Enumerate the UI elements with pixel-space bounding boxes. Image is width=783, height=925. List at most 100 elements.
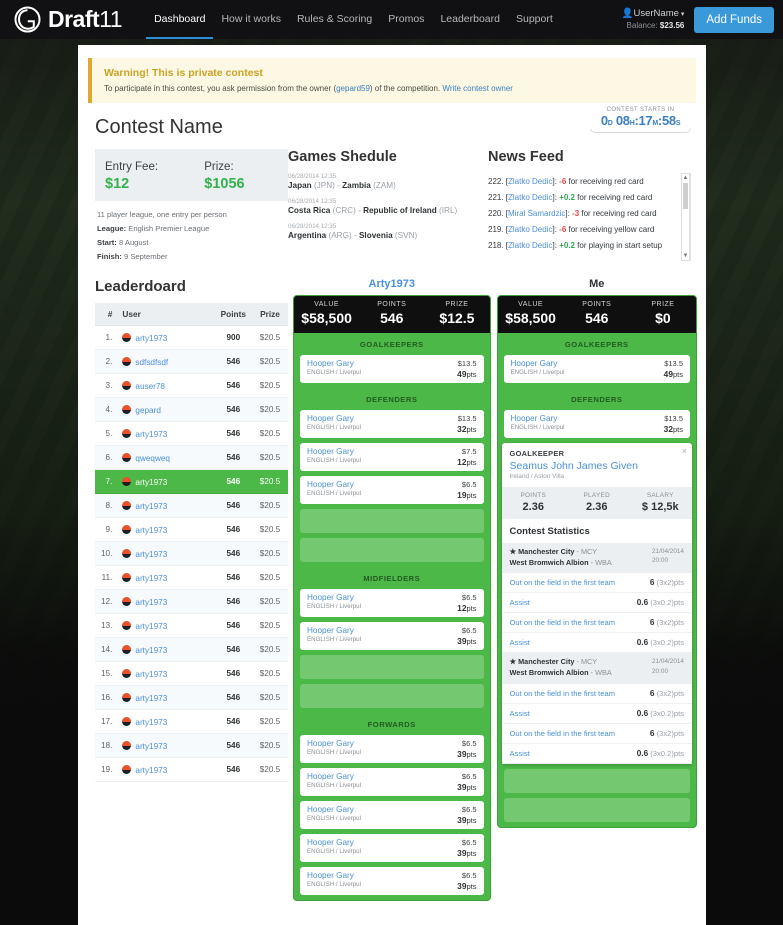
player-slot[interactable]: Hooper Gary ENGLISH / Liverpul $6.5 39pts [300, 768, 484, 797]
table-row[interactable]: 5. arty1973 546 $20.5 [95, 421, 288, 447]
table-row[interactable]: 11. arty1973 546 $20.5 [95, 565, 288, 591]
table-row[interactable]: 3. auser78 546 $20.5 [95, 373, 288, 399]
user-link[interactable]: arty1973 [135, 550, 167, 559]
scroll-down-icon[interactable]: ▼ [682, 252, 689, 260]
table-row[interactable]: 9. arty1973 546 $20.5 [95, 517, 288, 543]
empty-player-slot[interactable] [300, 538, 484, 563]
nav-item-dashboard[interactable]: Dashboard [146, 0, 214, 39]
player-slot[interactable]: Hooper Gary ENGLISH / Liverpul $7.5 12pts [300, 443, 484, 472]
table-row[interactable]: 15. arty1973 546 $20.5 [95, 661, 288, 687]
player-slot[interactable]: Hooper Gary ENGLISH / Liverpul $13.5 49pts [503, 355, 690, 384]
empty-player-slot[interactable] [300, 509, 484, 534]
event-label[interactable]: Out on the field in the first team [510, 689, 616, 698]
player-name[interactable]: Hooper Gary [307, 593, 361, 602]
player-slot[interactable]: Hooper Gary ENGLISH / Liverpul $6.5 39pts [300, 622, 484, 651]
write-contest-owner-link[interactable]: Write contest owner [442, 84, 513, 93]
player-name[interactable]: Hooper Gary [307, 414, 361, 423]
table-row[interactable]: 14. arty1973 546 $20.5 [95, 637, 288, 663]
player-slot[interactable]: Hooper Gary ENGLISH / Liverpul $6.5 39pts [300, 834, 484, 863]
user-link[interactable]: arty1973 [135, 694, 167, 703]
news-player-link[interactable]: Zlatko Dedic [508, 225, 552, 234]
nav-item-how-it-works[interactable]: How it works [213, 0, 289, 39]
user-link[interactable]: gepard [135, 406, 161, 415]
empty-player-slot[interactable] [503, 768, 690, 793]
table-row[interactable]: 19. arty1973 546 $20.5 [95, 757, 288, 783]
user-link[interactable]: qweqweq [135, 454, 170, 463]
news-player-link[interactable]: Miral Samardzic [508, 209, 565, 218]
user-link[interactable]: arty1973 [135, 598, 167, 607]
empty-player-slot[interactable] [503, 797, 690, 822]
player-slot[interactable]: Hooper Gary ENGLISH / Liverpul $13.5 32pts [503, 410, 690, 439]
scroll-up-icon[interactable]: ▲ [682, 174, 689, 182]
user-link[interactable]: arty1973 [135, 742, 167, 751]
popup-player-name[interactable]: Seamus John James Given [510, 460, 684, 472]
table-row[interactable]: 10. arty1973 546 $20.5 [95, 541, 288, 567]
player-slot[interactable]: Hooper Gary ENGLISH / Liverpul $6.5 39pts [300, 801, 484, 830]
user-link[interactable]: arty1973 [135, 670, 167, 679]
table-row[interactable]: 2. sdfsdfsdf 546 $20.5 [95, 349, 288, 375]
player-name[interactable]: Hooper Gary [307, 626, 361, 635]
empty-player-slot[interactable] [300, 684, 484, 709]
player-name[interactable]: Hooper Gary [307, 871, 361, 880]
close-icon[interactable]: × [682, 446, 687, 456]
table-row[interactable]: 13. arty1973 546 $20.5 [95, 613, 288, 639]
table-row[interactable]: 18. arty1973 546 $20.5 [95, 733, 288, 759]
event-label[interactable]: Assist [510, 749, 530, 758]
scrollbar-thumb[interactable] [683, 183, 688, 209]
table-row[interactable]: 6. qweqweq 546 $20.5 [95, 445, 288, 471]
player-name[interactable]: Hooper Gary [307, 359, 361, 368]
player-name[interactable]: Hooper Gary [307, 447, 361, 456]
player-slot[interactable]: Hooper Gary ENGLISH / Liverpul $6.5 39pts [300, 867, 484, 896]
user-link[interactable]: arty1973 [135, 574, 167, 583]
player-name[interactable]: Hooper Gary [307, 805, 361, 814]
user-link[interactable]: arty1973 [135, 430, 167, 439]
event-label[interactable]: Assist [510, 638, 530, 647]
user-link[interactable]: arty1973 [135, 502, 167, 511]
news-player-link[interactable]: Zlatko Dedic [508, 241, 552, 250]
player-name[interactable]: Hooper Gary [307, 772, 361, 781]
table-row[interactable]: 7. arty1973 546 $20.5 [95, 469, 288, 495]
event-label[interactable]: Out on the field in the first team [510, 618, 616, 627]
user-link[interactable]: arty1973 [135, 478, 167, 487]
player-name[interactable]: Hooper Gary [307, 480, 361, 489]
event-label[interactable]: Assist [510, 598, 530, 607]
nav-item-promos[interactable]: Promos [380, 0, 432, 39]
user-link[interactable]: arty1973 [135, 622, 167, 631]
event-label[interactable]: Assist [510, 709, 530, 718]
player-slot[interactable]: Hooper Gary ENGLISH / Liverpul $13.5 49pts [300, 355, 484, 384]
event-label[interactable]: Out on the field in the first team [510, 729, 616, 738]
table-row[interactable]: 16. arty1973 546 $20.5 [95, 685, 288, 711]
add-funds-button[interactable]: Add Funds [694, 6, 774, 33]
table-row[interactable]: 8. arty1973 546 $20.5 [95, 493, 288, 519]
user-link[interactable]: sdfsdfsdf [135, 358, 168, 367]
user-link[interactable]: arty1973 [135, 718, 167, 727]
nav-item-rules-scoring[interactable]: Rules & Scoring [289, 0, 380, 39]
table-row[interactable]: 12. arty1973 546 $20.5 [95, 589, 288, 615]
user-link[interactable]: auser78 [135, 382, 165, 391]
user-link[interactable]: arty1973 [135, 334, 167, 343]
table-row[interactable]: 1. arty1973 900 $20.5 [95, 325, 288, 351]
user-menu-button[interactable]: 👤UserName ▾ [622, 8, 685, 21]
player-name[interactable]: Hooper Gary [307, 739, 361, 748]
table-row[interactable]: 4. gepard 546 $20.5 [95, 397, 288, 423]
user-link[interactable]: arty1973 [135, 526, 167, 535]
news-player-link[interactable]: Zlatko Dedic [508, 177, 552, 186]
empty-player-slot[interactable] [300, 655, 484, 680]
player-slot[interactable]: Hooper Gary ENGLISH / Liverpul $6.5 39pts [300, 735, 484, 764]
nav-item-leaderboard[interactable]: Leaderboard [432, 0, 508, 39]
table-row[interactable]: 17. arty1973 546 $20.5 [95, 709, 288, 735]
player-name[interactable]: Hooper Gary [511, 414, 565, 423]
player-slot[interactable]: Hooper Gary ENGLISH / Liverpul $13.5 32pts [300, 410, 484, 439]
news-feed-scrollbar[interactable]: ▲ ▼ [681, 173, 690, 261]
nav-item-support[interactable]: Support [508, 0, 561, 39]
team-left-name[interactable]: Arty1973 [293, 278, 491, 290]
contest-owner-link[interactable]: gepard59 [336, 84, 370, 93]
player-slot[interactable]: Hooper Gary ENGLISH / Liverpul $6.5 19pts [300, 476, 484, 505]
player-name[interactable]: Hooper Gary [307, 838, 361, 847]
user-link[interactable]: arty1973 [135, 766, 167, 775]
news-player-link[interactable]: Zlatko Dedic [508, 193, 552, 202]
event-label[interactable]: Out on the field in the first team [510, 578, 616, 587]
player-slot[interactable]: Hooper Gary ENGLISH / Liverpul $6.5 12pts [300, 589, 484, 618]
user-link[interactable]: arty1973 [135, 646, 167, 655]
brand-logo[interactable]: Draft11 [14, 6, 123, 33]
